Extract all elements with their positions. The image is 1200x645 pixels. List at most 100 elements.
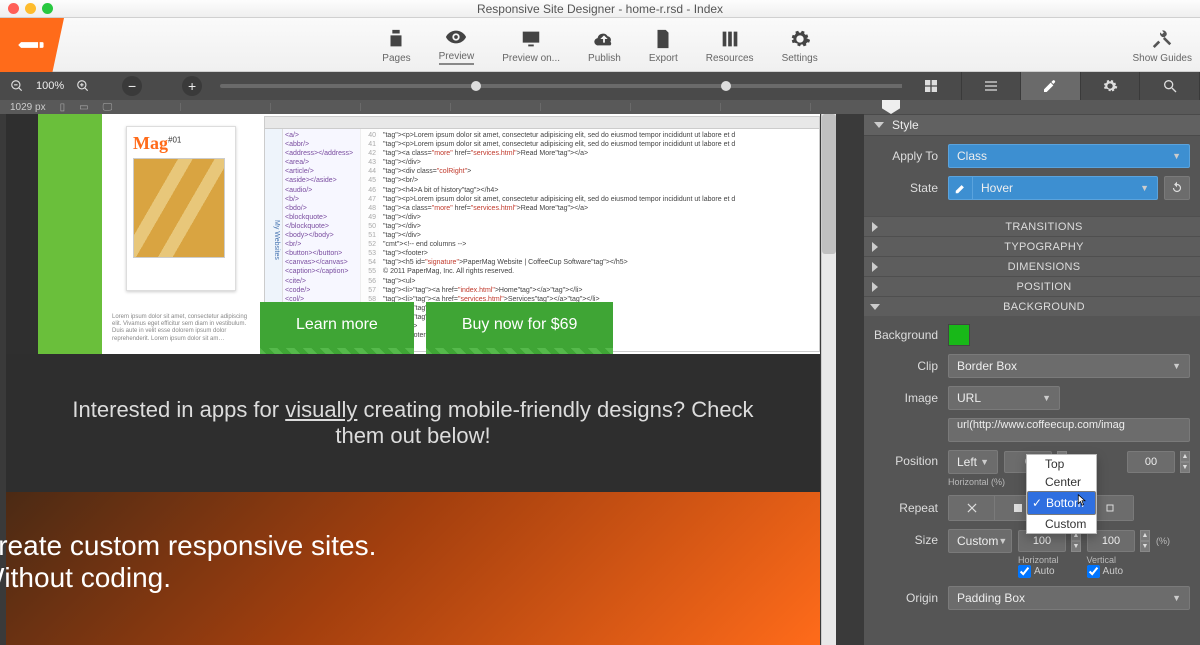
toolbar-preview-on-label: Preview on...: [502, 53, 560, 64]
toolbar-export[interactable]: Export: [637, 24, 690, 66]
viewport-marker[interactable]: [882, 100, 900, 114]
apply-to-select[interactable]: Class▼: [948, 144, 1190, 168]
toolbar-preview-on[interactable]: Preview on...: [490, 24, 572, 66]
size-unit: (%): [1156, 536, 1170, 546]
design-canvas[interactable]: Mag#01 Lorem ipsum dolor sit amet, conse…: [0, 114, 864, 645]
zoom-out-button[interactable]: [8, 77, 26, 95]
phone-portrait-icon[interactable]: ▯: [60, 102, 66, 113]
green-sidebar-stripe: [38, 114, 102, 354]
toolbar-resources-label: Resources: [706, 53, 754, 64]
style-section-label: Style: [892, 118, 919, 132]
toolbar-publish[interactable]: Publish: [576, 24, 633, 66]
books-icon: [719, 26, 741, 52]
clip-label: Clip: [874, 359, 948, 373]
app-logo[interactable]: [0, 18, 64, 72]
size-h-auto-checkbox[interactable]: Auto: [1018, 565, 1059, 578]
close-window-button[interactable]: [8, 3, 19, 14]
image-mode-select[interactable]: URL▼: [948, 386, 1060, 410]
repeat-label: Repeat: [874, 501, 948, 515]
accordion-position[interactable]: POSITION: [864, 276, 1200, 296]
hero-band: Create custom responsive sites. Without …: [6, 492, 820, 645]
pencil-icon: [14, 27, 51, 64]
buy-now-button[interactable]: Buy now for $69: [426, 302, 614, 356]
dropdown-option-bottom[interactable]: Bottom: [1027, 491, 1096, 515]
size-mode-select[interactable]: Custom▼: [948, 529, 1012, 553]
learn-more-label: Learn more: [260, 302, 414, 348]
toolbar-show-guides[interactable]: Show Guides: [1133, 26, 1192, 64]
dropdown-option-top[interactable]: Top: [1027, 455, 1096, 473]
toolbar-pages-label: Pages: [382, 53, 410, 64]
toolbar-settings[interactable]: Settings: [770, 24, 830, 66]
background-color-label: Background: [874, 328, 948, 342]
slider-handle-2[interactable]: [721, 81, 731, 91]
hero-line-2: Without coding.: [0, 562, 820, 594]
repeat-none[interactable]: [949, 496, 995, 520]
magazine-image: [133, 158, 225, 258]
headline-text: Interested in apps for visually creating…: [66, 397, 760, 449]
headline-part-b: creating mobile-friendly designs? Check …: [335, 397, 753, 448]
magazine-issue: #01: [168, 136, 181, 145]
inspector-tab-find[interactable]: [1140, 72, 1200, 100]
headline-link[interactable]: visually: [285, 397, 357, 422]
slider-minus-button[interactable]: −: [122, 76, 142, 96]
position-v-anchor-dropdown[interactable]: Top Center Bottom Custom: [1026, 454, 1097, 534]
code-editor-titlebar: [265, 117, 819, 129]
tools-icon: [1151, 26, 1173, 53]
toolbar-preview[interactable]: Preview: [427, 22, 487, 67]
titlebar: Responsive Site Designer - home-r.rsd - …: [0, 0, 1200, 18]
image-url-input[interactable]: url(http://www.coffeecup.com/imag: [948, 418, 1190, 442]
buy-now-label: Buy now for $69: [426, 302, 614, 348]
inspector-tab-style[interactable]: [1021, 72, 1081, 100]
state-reset-button[interactable]: [1164, 176, 1190, 200]
hero-line-1: Create custom responsive sites.: [0, 530, 820, 562]
dropdown-option-custom[interactable]: Custom: [1027, 515, 1096, 533]
canvas-scroll-thumb[interactable]: [822, 114, 836, 254]
accordion-background[interactable]: BACKGROUND: [864, 296, 1200, 316]
minimize-window-button[interactable]: [25, 3, 36, 14]
zoom-window-button[interactable]: [42, 3, 53, 14]
zoom-in-button[interactable]: [74, 77, 92, 95]
monitor-icon: [520, 26, 542, 52]
show-guides-label: Show Guides: [1133, 53, 1192, 64]
toolbar-preview-label: Preview: [439, 51, 475, 65]
size-v-auto-checkbox[interactable]: Auto: [1087, 565, 1124, 578]
hero-heading: Create custom responsive sites. Without …: [0, 530, 820, 594]
toolbar-resources[interactable]: Resources: [694, 24, 766, 66]
learn-more-button[interactable]: Learn more: [260, 302, 414, 356]
dropdown-option-center[interactable]: Center: [1027, 473, 1096, 491]
style-section-header[interactable]: Style: [864, 114, 1200, 136]
apply-to-label: Apply To: [874, 149, 948, 163]
size-h-sublabel: Horizontal: [1018, 555, 1059, 565]
viewport-width-label: 1029 px: [10, 102, 46, 113]
magazine-title: Mag: [133, 133, 168, 153]
position-v-value[interactable]: 00: [1127, 451, 1175, 473]
phone-landscape-icon[interactable]: ▭: [79, 102, 88, 113]
state-select[interactable]: Hover▼: [972, 176, 1158, 200]
export-icon: [652, 26, 674, 52]
inspector-tab-elements[interactable]: [962, 72, 1022, 100]
image-label: Image: [874, 391, 948, 405]
accordion-dimensions[interactable]: DIMENSIONS: [864, 256, 1200, 276]
toolbar-pages[interactable]: Pages: [370, 24, 422, 66]
cta-row: Learn more Buy now for $69: [260, 302, 613, 356]
zoom-bar: 100% − +: [0, 72, 1200, 100]
inspector-tab-settings[interactable]: [1081, 72, 1141, 100]
slider-plus-button[interactable]: +: [182, 76, 202, 96]
headline-part-a: Interested in apps for: [72, 397, 285, 422]
position-v-step-up[interactable]: ▲: [1180, 451, 1190, 462]
slider-handle-1[interactable]: [471, 81, 481, 91]
canvas-scrollbar[interactable]: [821, 114, 836, 645]
accordion-transitions[interactable]: TRANSITIONS: [864, 216, 1200, 236]
origin-select[interactable]: Padding Box▼: [948, 586, 1190, 610]
size-v-sublabel: Vertical: [1087, 555, 1124, 565]
desktop-icon[interactable]: 🖵: [103, 102, 113, 113]
eye-icon: [445, 24, 467, 50]
position-v-step-down[interactable]: ▼: [1180, 462, 1190, 473]
position-h-anchor-select[interactable]: Left▼: [948, 450, 998, 474]
background-color-swatch[interactable]: [948, 324, 970, 346]
clip-select[interactable]: Border Box▼: [948, 354, 1190, 378]
accordion-typography[interactable]: TYPOGRAPHY: [864, 236, 1200, 256]
toolbar-export-label: Export: [649, 53, 678, 64]
inspector-tab-layout[interactable]: [902, 72, 962, 100]
inspector-tabs: [902, 72, 1200, 100]
